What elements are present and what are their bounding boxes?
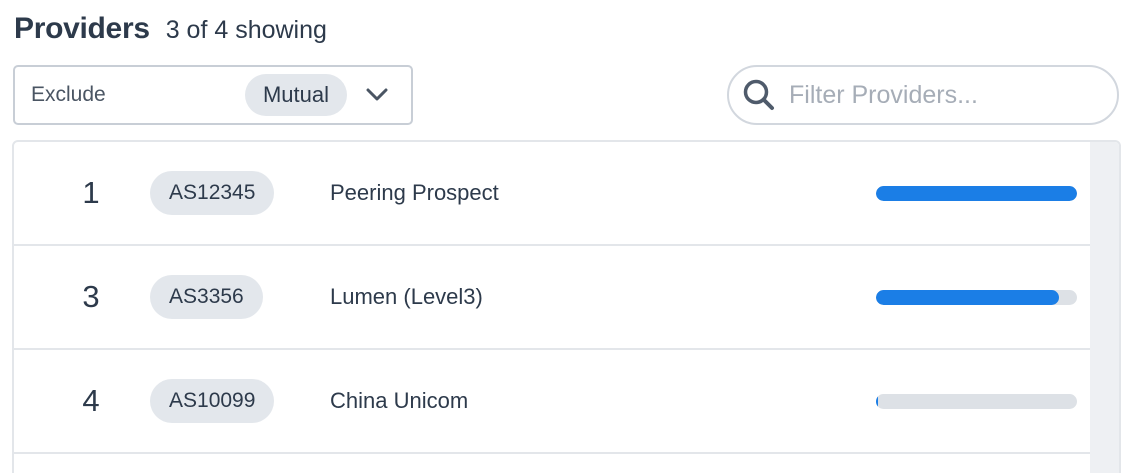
search-input[interactable] xyxy=(789,80,1089,110)
asn-badge: AS12345 xyxy=(150,171,275,215)
result-count: 3 of 4 showing xyxy=(165,16,327,44)
exclude-filter-select[interactable]: Exclude Mutual xyxy=(13,65,413,125)
providers-list: 1 AS12345 Peering Prospect 3 AS3356 Lume… xyxy=(12,140,1121,473)
search-box[interactable] xyxy=(727,65,1119,125)
page-header: Providers 3 of 4 showing xyxy=(14,12,327,46)
exclude-label: Exclude xyxy=(31,83,106,106)
search-icon xyxy=(741,77,777,113)
asn-badge: AS10099 xyxy=(150,379,275,423)
provider-name: Lumen (Level3) xyxy=(330,284,483,309)
share-bar-fill xyxy=(876,393,878,409)
share-bar xyxy=(876,393,1077,409)
share-bar xyxy=(876,185,1077,201)
provider-rank: 4 xyxy=(82,383,100,418)
share-bar-fill xyxy=(876,289,1059,305)
provider-name: China Unicom xyxy=(330,388,469,413)
chevron-down-icon[interactable] xyxy=(357,75,397,115)
share-bar xyxy=(876,289,1077,305)
page-title: Providers xyxy=(14,12,150,45)
provider-row[interactable]: 1 AS12345 Peering Prospect xyxy=(14,142,1092,246)
scrollbar[interactable] xyxy=(1090,142,1119,473)
provider-name: Peering Prospect xyxy=(330,180,499,205)
provider-rank: 3 xyxy=(82,279,100,314)
provider-rank: 1 xyxy=(82,175,100,210)
selected-filter-chip[interactable]: Mutual xyxy=(244,74,347,116)
asn-badge: AS3356 xyxy=(150,275,263,319)
share-bar-fill xyxy=(876,185,1077,201)
provider-row[interactable]: 3 AS3356 Lumen (Level3) xyxy=(14,246,1092,350)
provider-row[interactable]: 4 AS10099 China Unicom xyxy=(14,350,1092,454)
